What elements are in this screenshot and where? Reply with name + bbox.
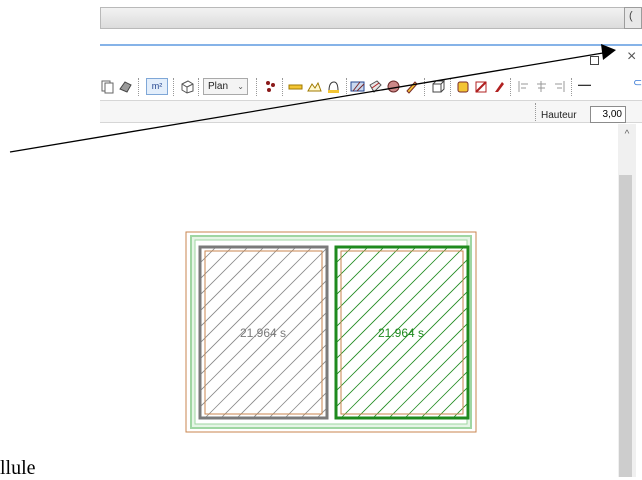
floor-plan[interactable]: 21.964 s 21.964 s xyxy=(180,226,482,438)
room-right-area-label: 21.964 s xyxy=(378,326,424,340)
hatch-line xyxy=(477,247,482,418)
room-left-area-label: 21.964 s xyxy=(240,326,286,340)
